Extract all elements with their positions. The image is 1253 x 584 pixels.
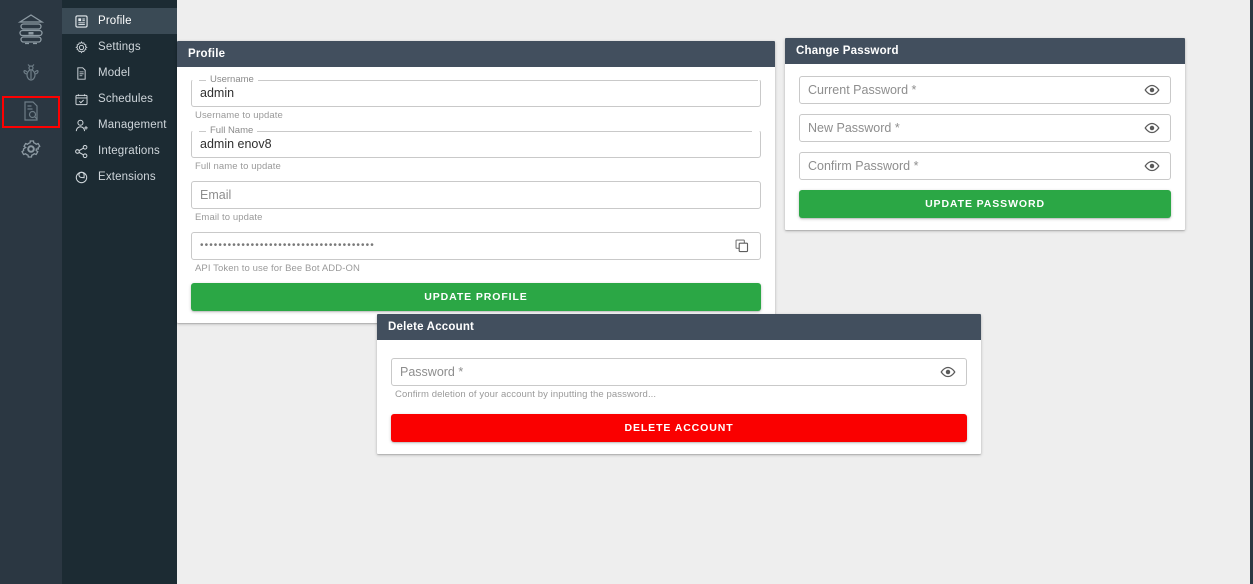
new-password-placeholder: New Password * bbox=[808, 121, 900, 135]
profile-card: Profile admin Username Username to updat… bbox=[177, 41, 775, 323]
sidebar-item-management[interactable]: Management bbox=[62, 112, 177, 138]
sidebar-item-label: Integrations bbox=[98, 145, 160, 157]
fullname-field[interactable]: admin enov8 Full Name bbox=[191, 124, 761, 158]
user-add-icon bbox=[74, 118, 89, 133]
extensions-target-icon bbox=[74, 170, 89, 185]
sidebar-item-schedules[interactable]: Schedules bbox=[62, 86, 177, 112]
delete-password-helper: Confirm deletion of your account by inpu… bbox=[395, 389, 657, 400]
eye-icon[interactable] bbox=[1142, 156, 1162, 176]
change-password-card-title: Change Password bbox=[785, 38, 1185, 64]
gear-icon bbox=[74, 40, 89, 55]
app-root: Profile Settings Model Schedules Managem… bbox=[0, 0, 1253, 584]
gear-icon[interactable] bbox=[0, 130, 62, 168]
confirm-password-field[interactable]: Confirm Password * bbox=[799, 152, 1171, 180]
sidebar-item-extensions[interactable]: Extensions bbox=[62, 164, 177, 190]
profile-icon bbox=[74, 14, 89, 29]
sidebar-item-model[interactable]: Model bbox=[62, 60, 177, 86]
update-password-button[interactable]: UPDATE PASSWORD bbox=[799, 190, 1171, 218]
sidebar-item-label: Schedules bbox=[98, 93, 154, 105]
fullname-label-notch: Full Name bbox=[199, 124, 753, 138]
username-field[interactable]: admin Username bbox=[191, 73, 761, 107]
fullname-value: admin enov8 bbox=[200, 137, 272, 151]
calendar-check-icon bbox=[74, 92, 89, 107]
new-password-field[interactable]: New Password * bbox=[799, 114, 1171, 142]
eye-icon[interactable] bbox=[1142, 80, 1162, 100]
sidebar-item-label: Model bbox=[98, 67, 131, 79]
username-label: Username bbox=[206, 73, 258, 87]
sidebar-menu: Profile Settings Model Schedules Managem… bbox=[62, 0, 177, 584]
email-placeholder: Email bbox=[200, 188, 232, 202]
profile-card-title: Profile bbox=[177, 41, 775, 67]
sidebar-item-label: Profile bbox=[98, 15, 132, 27]
change-password-card: Change Password Current Password * New P… bbox=[785, 38, 1185, 230]
fullname-label: Full Name bbox=[206, 124, 258, 138]
beehive-logo-icon[interactable] bbox=[0, 6, 62, 54]
confirm-password-placeholder: Confirm Password * bbox=[808, 159, 919, 173]
delete-account-card-title: Delete Account bbox=[377, 314, 981, 340]
eye-icon[interactable] bbox=[1142, 118, 1162, 138]
current-password-placeholder: Current Password * bbox=[808, 83, 917, 97]
icon-rail bbox=[0, 0, 62, 584]
username-helper: Username to update bbox=[195, 110, 283, 121]
eye-icon[interactable] bbox=[938, 362, 958, 382]
username-label-notch: Username bbox=[199, 73, 758, 87]
model-document-icon bbox=[74, 66, 89, 81]
api-token-helper: API Token to use for Bee Bot ADD-ON bbox=[195, 263, 360, 274]
api-token-field[interactable]: •••••••••••••••••••••••••••••••••••••• bbox=[191, 232, 761, 260]
email-helper: Email to update bbox=[195, 212, 263, 223]
fullname-helper: Full name to update bbox=[195, 161, 281, 172]
share-nodes-icon bbox=[74, 144, 89, 159]
copy-icon[interactable] bbox=[732, 236, 752, 256]
delete-account-button[interactable]: DELETE ACCOUNT bbox=[391, 414, 967, 442]
delete-account-card: Delete Account Password * Confirm deleti… bbox=[377, 314, 981, 454]
sidebar-item-label: Extensions bbox=[98, 171, 156, 183]
sidebar-item-profile[interactable]: Profile bbox=[62, 8, 177, 34]
sidebar-item-settings[interactable]: Settings bbox=[62, 34, 177, 60]
gear-icon-highlight-box bbox=[2, 96, 60, 128]
sidebar-item-label: Management bbox=[98, 119, 167, 131]
delete-password-field[interactable]: Password * bbox=[391, 358, 967, 386]
api-token-value: •••••••••••••••••••••••••••••••••••••• bbox=[200, 240, 375, 251]
email-field[interactable]: Email bbox=[191, 181, 761, 209]
username-value: admin bbox=[200, 86, 235, 100]
delete-password-placeholder: Password * bbox=[400, 365, 464, 379]
content-area: Profile admin Username Username to updat… bbox=[177, 0, 1253, 584]
bee-icon[interactable] bbox=[0, 54, 62, 92]
update-profile-button[interactable]: UPDATE PROFILE bbox=[191, 283, 761, 311]
sidebar-item-integrations[interactable]: Integrations bbox=[62, 138, 177, 164]
current-password-field[interactable]: Current Password * bbox=[799, 76, 1171, 104]
sidebar-item-label: Settings bbox=[98, 41, 141, 53]
